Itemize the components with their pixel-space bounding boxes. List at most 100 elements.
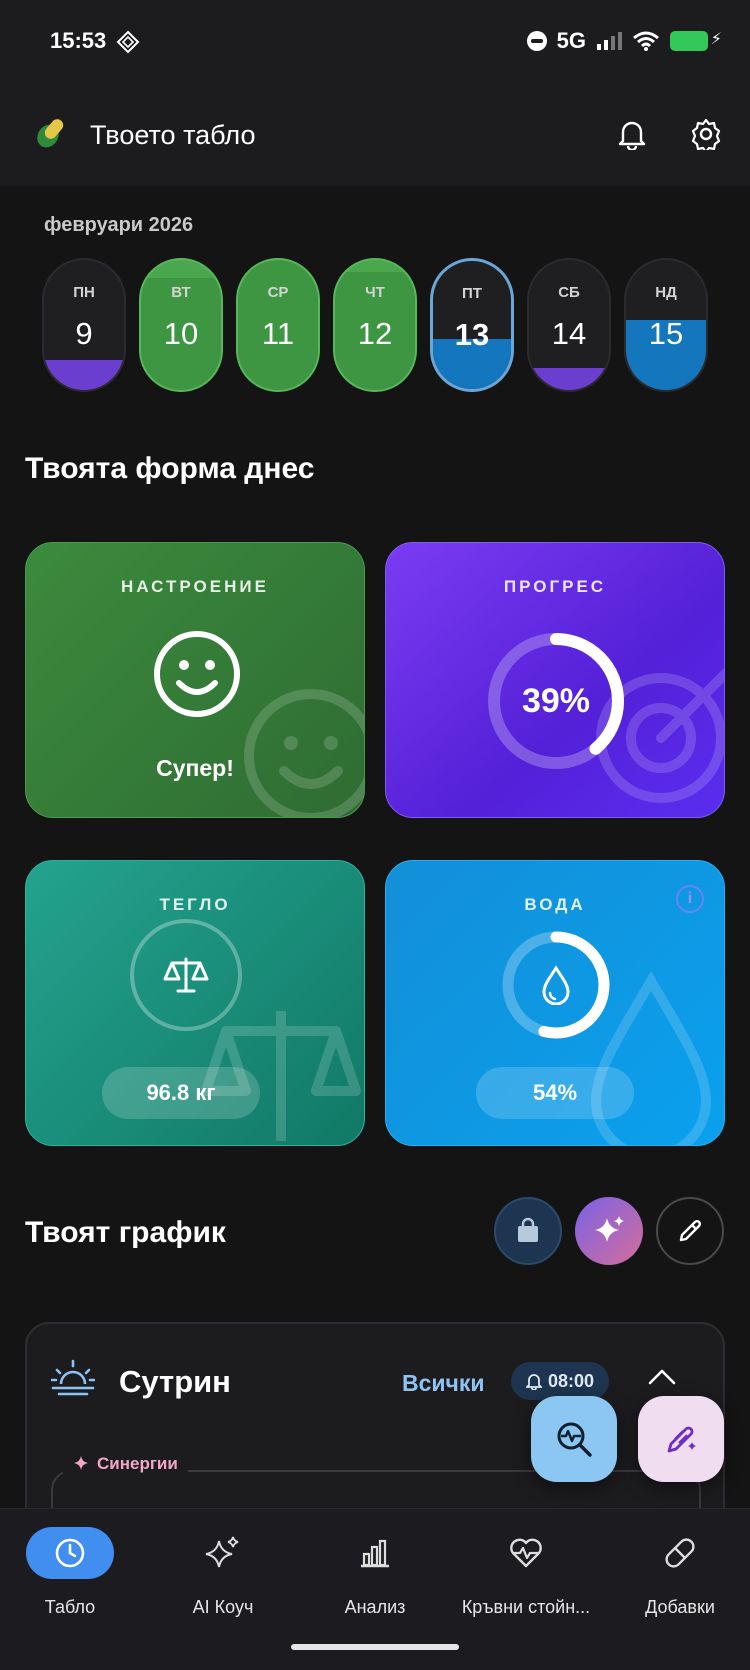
day-sunday[interactable]: НД 15 bbox=[624, 258, 708, 392]
nav-icon-wrap bbox=[300, 1527, 450, 1579]
app-header: Твоето табло bbox=[0, 88, 750, 186]
heart-pulse-icon bbox=[510, 1538, 542, 1568]
day-wednesday[interactable]: СР 11 bbox=[236, 258, 320, 392]
day-name: ЧТ bbox=[365, 284, 385, 301]
mood-label: НАСТРОЕНИЕ bbox=[121, 577, 269, 596]
water-drop-wrap bbox=[500, 929, 612, 1041]
day-name: ПТ bbox=[462, 285, 482, 302]
day-number: 11 bbox=[261, 316, 295, 351]
month-label: февруари 2026 bbox=[44, 214, 194, 236]
nav-blood-values[interactable]: Кръвни стойн... bbox=[451, 1527, 601, 1618]
smiley-bg-icon bbox=[244, 689, 364, 817]
shop-button[interactable] bbox=[494, 1197, 562, 1265]
water-label: ВОДА bbox=[524, 895, 586, 914]
wifi-icon bbox=[633, 31, 659, 51]
nav-icon-wrap bbox=[451, 1527, 601, 1579]
day-thursday[interactable]: ЧТ 12 bbox=[333, 258, 417, 392]
status-bar: 15:53 5G bbox=[0, 0, 750, 88]
day-friday[interactable]: ПТ 13 bbox=[430, 258, 514, 392]
day-name: ПН bbox=[73, 284, 95, 301]
progress-card[interactable]: ПРОГРЕС 39% bbox=[385, 542, 725, 818]
day-number: 10 bbox=[163, 316, 199, 351]
reminder-time: 08:00 bbox=[547, 1370, 595, 1391]
nav-analysis[interactable]: Анализ bbox=[300, 1527, 450, 1618]
notifications-button[interactable] bbox=[610, 112, 654, 156]
bar-chart-icon bbox=[361, 1539, 389, 1568]
pencil-icon bbox=[679, 1219, 702, 1242]
app-logo-icon bbox=[37, 119, 64, 148]
signal-icon bbox=[597, 32, 622, 50]
day-monday[interactable]: ПН 9 bbox=[42, 258, 126, 392]
nav-label: Анализ bbox=[344, 1597, 406, 1617]
ai-generate-button[interactable] bbox=[575, 1197, 643, 1265]
synergy-label-wrap: Синергии bbox=[63, 1454, 188, 1474]
day-tuesday[interactable]: ВТ 10 bbox=[139, 258, 223, 392]
sparkles-icon bbox=[205, 1536, 239, 1568]
nav-label: AI Коуч bbox=[192, 1597, 254, 1617]
battery-icon bbox=[670, 29, 722, 51]
sunrise-icon bbox=[51, 1359, 95, 1396]
day-number: 9 bbox=[75, 316, 93, 351]
water-value-pill: 54% bbox=[476, 1067, 634, 1119]
day-saturday[interactable]: СБ 14 bbox=[527, 258, 611, 392]
page-title: Твоето табло bbox=[90, 120, 256, 150]
nav-dashboard[interactable]: Табло bbox=[0, 1527, 145, 1618]
day-fill bbox=[44, 360, 124, 390]
reminder-time-badge[interactable]: 08:00 bbox=[511, 1362, 609, 1400]
nav-icon-wrap bbox=[605, 1527, 750, 1579]
bell-icon bbox=[618, 121, 646, 150]
do-not-disturb-icon bbox=[526, 31, 547, 51]
weight-card[interactable]: ТЕГЛО 96.8 кг bbox=[25, 860, 365, 1146]
mood-card[interactable]: НАСТРОЕНИЕ Супер! bbox=[25, 542, 365, 818]
status-icons: 5G bbox=[526, 28, 722, 54]
mood-value: Супер! bbox=[156, 755, 234, 781]
water-ring bbox=[500, 929, 612, 1041]
week-strip: ПН 9 ВТ 10 СР 11 ЧТ 12 ПТ 13 СБ 14 НД 15 bbox=[42, 258, 708, 392]
day-number: 14 bbox=[551, 316, 587, 351]
progress-label: ПРОГРЕС bbox=[503, 577, 607, 596]
day-fill bbox=[529, 368, 609, 390]
analyze-fab-button[interactable] bbox=[531, 1396, 617, 1482]
morning-title: Сутрин bbox=[119, 1364, 231, 1399]
schedule-section-title: Твоят график bbox=[25, 1216, 226, 1249]
location-icon bbox=[116, 30, 140, 54]
status-time: 15:53 bbox=[50, 28, 107, 53]
day-number: 13 bbox=[454, 317, 490, 352]
gear-icon bbox=[691, 118, 721, 150]
clock-icon bbox=[55, 1538, 85, 1568]
bell-small-icon bbox=[525, 1374, 542, 1390]
edit-schedule-button[interactable] bbox=[656, 1197, 724, 1265]
sparkles-icon bbox=[595, 1216, 624, 1242]
nav-ai-coach[interactable]: AI Коуч bbox=[148, 1527, 298, 1618]
nav-supplements[interactable]: Добавки bbox=[605, 1527, 750, 1618]
day-number: 15 bbox=[648, 316, 684, 351]
weight-value-pill: 96.8 кг bbox=[102, 1067, 260, 1119]
pen-sparkle-icon bbox=[667, 1426, 696, 1453]
pill-icon bbox=[665, 1538, 695, 1568]
nav-icon-wrap bbox=[148, 1527, 298, 1579]
smiley-icon bbox=[154, 631, 240, 717]
weight-label: ТЕГЛО bbox=[159, 895, 231, 914]
sparkle-small-icon bbox=[74, 1456, 88, 1470]
day-name: СБ bbox=[558, 284, 580, 301]
settings-button[interactable] bbox=[684, 112, 728, 156]
synergy-label: Синергии bbox=[97, 1454, 178, 1473]
chevron-up-icon[interactable] bbox=[647, 1368, 677, 1386]
log-entry-fab-button[interactable] bbox=[638, 1396, 724, 1482]
water-card[interactable]: ВОДА i 54% bbox=[385, 860, 725, 1146]
day-name: ВТ bbox=[171, 284, 191, 301]
drop-icon bbox=[542, 965, 570, 1005]
search-pulse-icon bbox=[557, 1422, 592, 1457]
day-name: НД bbox=[655, 284, 677, 301]
day-name: СР bbox=[267, 284, 289, 301]
nav-label: Добавки bbox=[645, 1597, 715, 1617]
all-link[interactable]: Всички bbox=[402, 1370, 485, 1397]
shopping-bag-icon bbox=[518, 1217, 538, 1242]
home-indicator bbox=[291, 1644, 459, 1650]
day-number: 12 bbox=[357, 316, 393, 351]
nav-label: Табло bbox=[44, 1597, 96, 1617]
scale-icon bbox=[163, 957, 209, 993]
info-icon[interactable]: i bbox=[676, 885, 704, 913]
nav-label: Кръвни стойн... bbox=[461, 1597, 591, 1617]
nav-icon-wrap bbox=[26, 1527, 114, 1579]
